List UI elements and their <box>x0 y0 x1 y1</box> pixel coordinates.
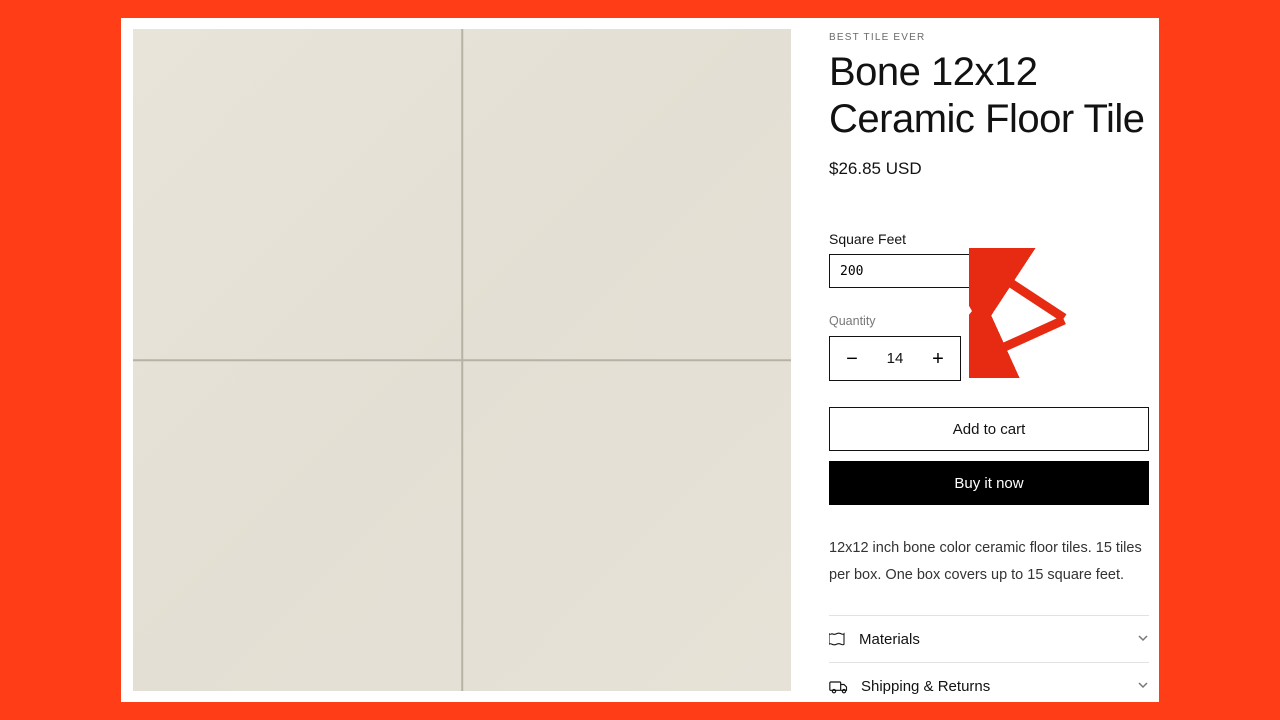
vendor-name: BEST TILE EVER <box>829 32 1149 43</box>
product-image[interactable] <box>133 29 791 691</box>
product-description: 12x12 inch bone color ceramic floor tile… <box>829 535 1149 589</box>
quantity-increase-button[interactable]: + <box>916 337 960 380</box>
chevron-down-icon <box>1137 679 1149 694</box>
accordion-shipping[interactable]: Shipping & Returns <box>829 663 1149 710</box>
accordion-materials[interactable]: Materials <box>829 616 1149 663</box>
sqft-label: Square Feet <box>829 231 1149 247</box>
product-price: $26.85 USD <box>829 159 1149 179</box>
accordion-label: Materials <box>859 631 1125 648</box>
leather-icon <box>829 630 847 648</box>
quantity-stepper: − 14 + <box>829 336 961 381</box>
accordion: Materials Shipping & Returns <box>829 615 1149 710</box>
sqft-input[interactable] <box>829 254 989 288</box>
truck-icon <box>829 678 849 696</box>
product-title: Bone 12x12 Ceramic Floor Tile <box>829 49 1149 143</box>
quantity-decrease-button[interactable]: − <box>830 337 874 380</box>
chevron-down-icon <box>1137 632 1149 647</box>
product-page: BEST TILE EVER Bone 12x12 Ceramic Floor … <box>121 18 1159 702</box>
quantity-label: Quantity <box>829 314 1149 328</box>
add-to-cart-button[interactable]: Add to cart <box>829 407 1149 451</box>
buy-now-button[interactable]: Buy it now <box>829 461 1149 505</box>
product-details: BEST TILE EVER Bone 12x12 Ceramic Floor … <box>791 18 1167 702</box>
quantity-value: 14 <box>874 337 916 380</box>
frame-background: BEST TILE EVER Bone 12x12 Ceramic Floor … <box>0 0 1280 720</box>
accordion-label: Shipping & Returns <box>861 678 1125 695</box>
